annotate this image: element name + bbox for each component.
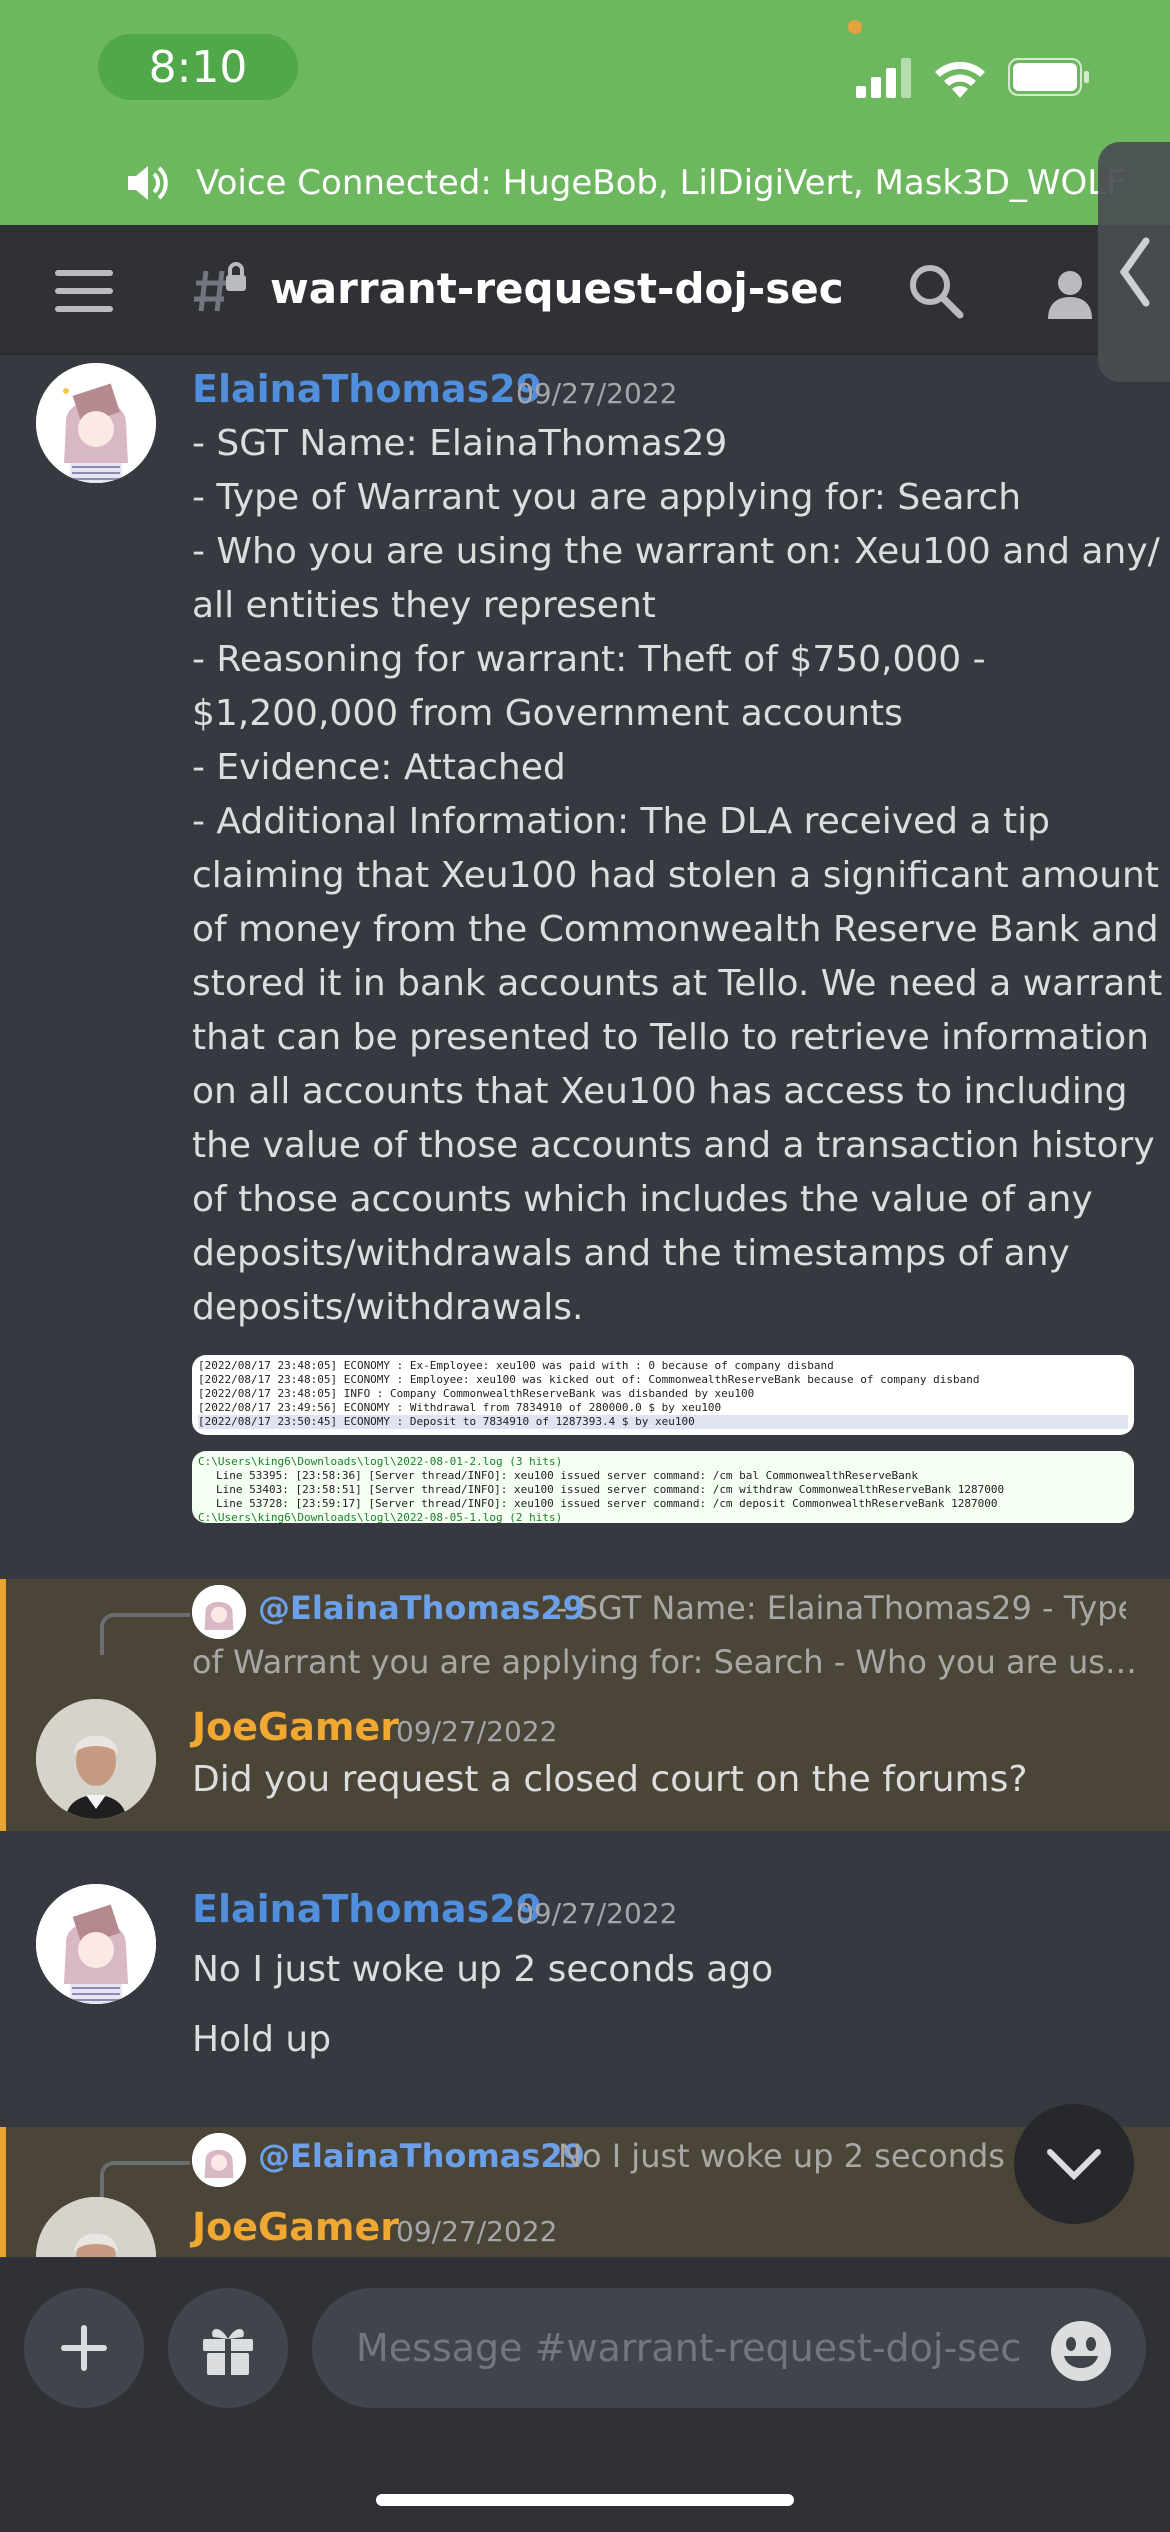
reply-connector bbox=[100, 2161, 190, 2203]
anime-girl-avatar-icon bbox=[36, 363, 156, 483]
message-line: $1,200,000 from Government accounts bbox=[192, 693, 903, 734]
message-composer: Message #warrant-request-doj-sec bbox=[0, 2258, 1170, 2532]
message-line: - Evidence: Attached bbox=[192, 747, 566, 788]
cellular-signal-icon bbox=[856, 58, 911, 98]
anime-girl-avatar-icon bbox=[36, 1884, 156, 2004]
message-timestamp: 09/27/2022 bbox=[516, 1897, 678, 1930]
message-line: deposits/withdrawals. bbox=[192, 1287, 584, 1328]
message-author[interactable]: ElainaThomas29 bbox=[192, 367, 542, 411]
message-line: on all accounts that Xeu100 has access t… bbox=[192, 1071, 1128, 1112]
message-line: deposits/withdrawals and the timestamps … bbox=[192, 1233, 1070, 1274]
voice-connected-banner[interactable]: Voice Connected: HugeBob, LilDigiVert, M… bbox=[124, 150, 1126, 216]
log-line: Line 53395: [23:58:36] [Server thread/IN… bbox=[216, 1469, 918, 1482]
chevron-left-icon bbox=[1119, 237, 1150, 307]
message-line: - Type of Warrant you are applying for: … bbox=[192, 477, 1022, 518]
voice-connected-text: Voice Connected: HugeBob, LilDigiVert, M… bbox=[196, 163, 1126, 203]
message-input[interactable]: Message #warrant-request-doj-sec bbox=[312, 2288, 1146, 2408]
discord-app: 8:10 Voice Connected: HugeBob, LilDigiVe… bbox=[0, 0, 1170, 2532]
reply-mention[interactable]: @ElainaThomas29 bbox=[258, 2137, 585, 2175]
message-reply-highlight[interactable]: @ElainaThomas29 No I just woke up 2 seco… bbox=[0, 2127, 1170, 2257]
log-line: Line 53728: [23:59:17] [Server thread/IN… bbox=[216, 1497, 998, 1510]
avatar[interactable] bbox=[36, 363, 156, 483]
message-content: Hold up bbox=[192, 2019, 332, 2060]
locked-channel-hash-icon bbox=[194, 262, 246, 312]
plus-icon bbox=[61, 2325, 107, 2371]
reply-preview[interactable]: No I just woke up 2 seconds ago bbox=[558, 2137, 1024, 2175]
reply-avatar bbox=[192, 1585, 246, 1639]
message-line: - SGT Name: ElainaThomas29 bbox=[192, 423, 728, 464]
status-time: 8:10 bbox=[98, 34, 298, 100]
message-content: No I just woke up 2 seconds ago bbox=[192, 1949, 774, 1990]
reply-connector bbox=[100, 1613, 190, 1655]
message-timestamp: 09/27/2022 bbox=[396, 1715, 558, 1748]
wifi-icon bbox=[935, 61, 985, 98]
gift-button[interactable] bbox=[168, 2288, 288, 2408]
emoji-icon[interactable] bbox=[1050, 2320, 1112, 2382]
channel-title: warrant-request-doj-sec bbox=[270, 264, 844, 313]
log-line: [2022/08/17 23:48:05] ECONOMY : Ex-Emplo… bbox=[198, 1359, 834, 1372]
message-list[interactable]: ElainaThomas29 09/27/2022 - SGT Name: El… bbox=[0, 357, 1170, 2257]
members-icon[interactable] bbox=[1046, 263, 1106, 323]
portrait-avatar-icon bbox=[36, 1699, 156, 1819]
message-author[interactable]: ElainaThomas29 bbox=[192, 1887, 542, 1931]
log-line: [2022/08/17 23:48:05] INFO : Company Com… bbox=[198, 1387, 755, 1400]
reply-avatar bbox=[192, 2133, 246, 2187]
menu-icon[interactable] bbox=[55, 270, 113, 312]
search-icon[interactable] bbox=[906, 261, 966, 321]
message-line: stored it in bank accounts at Tello. We … bbox=[192, 963, 1163, 1004]
message-timestamp: 09/27/2022 bbox=[396, 2215, 558, 2248]
log-line: [2022/08/17 23:50:45] ECONOMY : Deposit … bbox=[198, 1415, 1128, 1429]
message-line: - Who you are using the warrant on: Xeu1… bbox=[192, 531, 1160, 572]
channel-header: warrant-request-doj-sec bbox=[0, 225, 1170, 355]
message-line: of those accounts which includes the val… bbox=[192, 1179, 1093, 1220]
message-timestamp: 09/27/2022 bbox=[516, 377, 678, 410]
side-panel-handle[interactable] bbox=[1098, 142, 1170, 382]
speaker-icon bbox=[128, 166, 168, 200]
message-line: all entities they represent bbox=[192, 585, 656, 626]
message-line: - Additional Information: The DLA receiv… bbox=[192, 801, 1050, 842]
message-author[interactable]: JoeGamer bbox=[192, 1705, 399, 1749]
reply-mention[interactable]: @ElainaThomas29 bbox=[258, 1589, 585, 1627]
log-line: [2022/08/17 23:49:56] ECONOMY : Withdraw… bbox=[198, 1401, 722, 1414]
log-line: C:\Users\king6\Downloads\logl\2022-08-01… bbox=[198, 1455, 563, 1468]
log-line: C:\Users\king6\Downloads\logl\2022-08-05… bbox=[198, 1511, 563, 1523]
message-line: of money from the Commonwealth Reserve B… bbox=[192, 909, 1159, 950]
portrait-avatar-icon bbox=[36, 2197, 156, 2257]
reply-preview-continued[interactable]: of Warrant you are applying for: Search … bbox=[192, 1643, 1142, 1681]
home-indicator[interactable] bbox=[376, 2494, 794, 2506]
avatar[interactable] bbox=[36, 2197, 156, 2257]
reply-preview[interactable]: - SGT Name: ElainaThomas29 - Type bbox=[556, 1589, 1126, 1627]
battery-icon bbox=[1008, 58, 1089, 96]
message-author[interactable]: JoeGamer bbox=[192, 2205, 399, 2249]
log-line: Line 53403: [23:58:51] [Server thread/IN… bbox=[216, 1483, 1005, 1496]
message-line: that can be presented to Tello to retrie… bbox=[192, 1017, 1149, 1058]
avatar[interactable] bbox=[36, 1699, 156, 1819]
log-screenshot-attachment[interactable]: [2022/08/17 23:48:05] ECONOMY : Ex-Emplo… bbox=[192, 1355, 1134, 1435]
gift-icon bbox=[203, 2328, 253, 2375]
message-line: - Reasoning for warrant: Theft of $750,0… bbox=[192, 639, 986, 680]
log-line: [2022/08/17 23:48:05] ECONOMY : Employee… bbox=[198, 1373, 980, 1386]
mic-indicator-icon bbox=[848, 20, 862, 34]
chevron-down-icon bbox=[1047, 2149, 1101, 2181]
message-content: - SGT Name: ElainaThomas29 - Type of War… bbox=[192, 417, 1163, 1335]
message-line: the value of those accounts and a transa… bbox=[192, 1125, 1155, 1166]
message-reply-highlight[interactable]: @ElainaThomas29 - SGT Name: ElainaThomas… bbox=[0, 1579, 1170, 1831]
message-line: claiming that Xeu100 had stolen a signif… bbox=[192, 855, 1159, 896]
status-bar: 8:10 Voice Connected: HugeBob, LilDigiVe… bbox=[0, 0, 1170, 225]
search-results-attachment[interactable]: C:\Users\king6\Downloads\logl\2022-08-01… bbox=[192, 1451, 1134, 1523]
avatar[interactable] bbox=[36, 1884, 156, 2004]
add-attachment-button[interactable] bbox=[24, 2288, 144, 2408]
jump-to-present-button[interactable] bbox=[1014, 2104, 1134, 2224]
message-content: Did you request a closed court on the fo… bbox=[192, 1759, 1028, 1800]
